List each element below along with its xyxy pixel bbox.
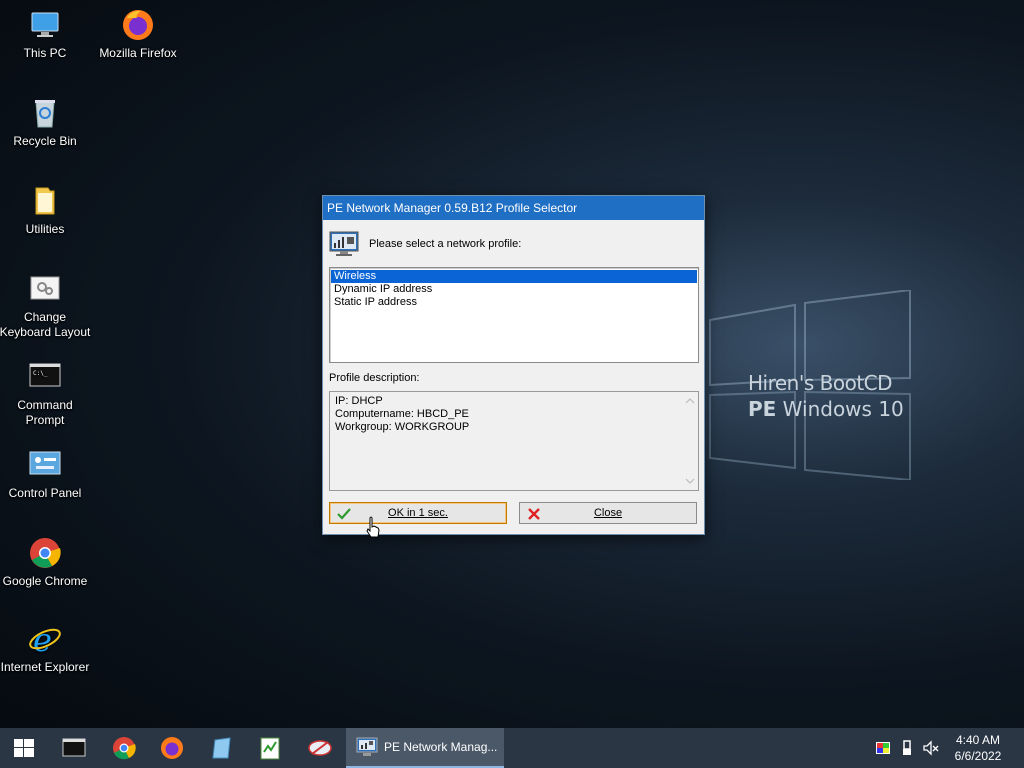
clock-date: 6/6/2022	[954, 749, 1002, 763]
desktop-icon-google-chrome[interactable]: Google Chrome	[0, 536, 93, 589]
description-line: Computername: HBCD_PE	[335, 408, 469, 420]
desktop-icon-change-keyboard-layout[interactable]: Change Keyboard Layout	[0, 272, 93, 340]
desktop-icon-recycle-bin[interactable]: Recycle Bin	[0, 96, 93, 149]
keyboard-settings-icon	[28, 272, 62, 306]
command-prompt-icon: C:\_	[28, 360, 62, 394]
desktop-icon-firefox[interactable]: Mozilla Firefox	[90, 8, 186, 61]
start-windows-icon[interactable]	[10, 734, 38, 762]
desktop-icon-internet-explorer[interactable]: e Internet Explorer	[0, 621, 93, 675]
svg-text:e: e	[33, 622, 52, 656]
profile-list[interactable]: Wireless Dynamic IP address Static IP ad…	[329, 267, 699, 363]
snipping-tool-taskbar-icon[interactable]	[306, 734, 334, 762]
close-icon	[528, 508, 540, 520]
command-prompt-taskbar-icon[interactable]	[60, 734, 88, 762]
taskbar: PE Network Manag... 4:40 AM 6/6/2022	[0, 728, 1024, 768]
firefox-taskbar-icon[interactable]	[158, 734, 186, 762]
tray-clock[interactable]: 4:40 AM 6/6/2022	[946, 732, 1010, 764]
desktop-icon-label: Command Prompt	[17, 398, 73, 427]
scroll-up-icon	[685, 398, 695, 404]
control-panel-icon	[28, 448, 62, 482]
description-label: Profile description:	[329, 372, 420, 384]
recycle-bin-icon	[28, 96, 62, 130]
desktop-icon-utilities[interactable]: Utilities	[0, 184, 93, 237]
desktop-icon-label: Recycle Bin	[13, 134, 77, 148]
chrome-icon	[28, 536, 62, 570]
desktop-icon-label: Google Chrome	[2, 574, 88, 588]
profile-selector-dialog: PE Network Manager 0.59.B12 Profile Sele…	[322, 195, 705, 535]
computer-icon	[28, 8, 62, 42]
file-explorer-taskbar-icon[interactable]	[208, 734, 236, 762]
desktop-icon-label: Utilities	[25, 222, 65, 236]
profile-description[interactable]: IP: DHCP Computername: HBCD_PE Workgroup…	[329, 391, 699, 491]
desktop-icon-command-prompt[interactable]: C:\_ Command Prompt	[0, 360, 93, 428]
description-line: IP: DHCP	[335, 395, 383, 407]
svg-text:C:\_: C:\_	[33, 370, 48, 377]
speaker-muted-icon[interactable]	[922, 739, 940, 757]
desktop-icon-label: Change Keyboard Layout	[0, 310, 91, 339]
network-manager-taskbar-icon	[356, 737, 378, 757]
profile-item-static-ip[interactable]: Static IP address	[331, 296, 697, 309]
wallpaper-line2: PE Windows 10	[748, 397, 904, 421]
hand-cursor-icon	[366, 516, 380, 538]
wallpaper-line1: Hiren's BootCD	[748, 371, 893, 395]
profile-item-dynamic-ip[interactable]: Dynamic IP address	[331, 283, 697, 296]
desktop-icon-label: This PC	[23, 46, 67, 60]
close-button[interactable]: Close	[519, 502, 697, 524]
ok-button[interactable]: OK in 1 sec.	[329, 502, 507, 524]
profile-prompt: Please select a network profile:	[329, 230, 521, 258]
firefox-icon	[121, 8, 155, 42]
description-line: Workgroup: WORKGROUP	[335, 421, 470, 433]
usb-tray-icon[interactable]	[900, 739, 914, 757]
prompt-text: Please select a network profile:	[369, 238, 522, 250]
profile-item-wireless[interactable]: Wireless	[331, 270, 697, 283]
clock-time: 4:40 AM	[955, 733, 1001, 747]
desktop-icon-label: Control Panel	[8, 486, 82, 500]
notepad-taskbar-icon[interactable]	[256, 734, 284, 762]
taskbar-task-label: PE Network Manag...	[384, 740, 498, 754]
wallpaper-branding: Hiren's BootCD PE Windows 10	[748, 370, 948, 422]
folder-icon	[28, 184, 62, 218]
ok-button-label: OK in 1 sec.	[388, 507, 448, 519]
desktop-icon-label: Internet Explorer	[0, 660, 90, 674]
desktop-icon-label: Mozilla Firefox	[99, 46, 177, 60]
internet-explorer-icon: e	[28, 621, 62, 659]
system-tray: 4:40 AM 6/6/2022	[874, 728, 1024, 768]
network-manager-icon	[329, 231, 359, 257]
close-button-label: Close	[593, 507, 623, 519]
dialog-title[interactable]: PE Network Manager 0.59.B12 Profile Sele…	[323, 196, 704, 220]
chrome-taskbar-icon[interactable]	[110, 734, 138, 762]
taskbar-active-task[interactable]: PE Network Manag...	[346, 728, 504, 768]
desktop-icon-control-panel[interactable]: Control Panel	[0, 448, 93, 501]
description-scrollbar[interactable]	[682, 392, 698, 490]
scroll-down-icon	[685, 478, 695, 484]
desktop-icon-this-pc[interactable]: This PC	[0, 8, 93, 61]
checkmark-icon	[337, 508, 351, 520]
color-grid-tray-icon[interactable]	[874, 739, 892, 757]
